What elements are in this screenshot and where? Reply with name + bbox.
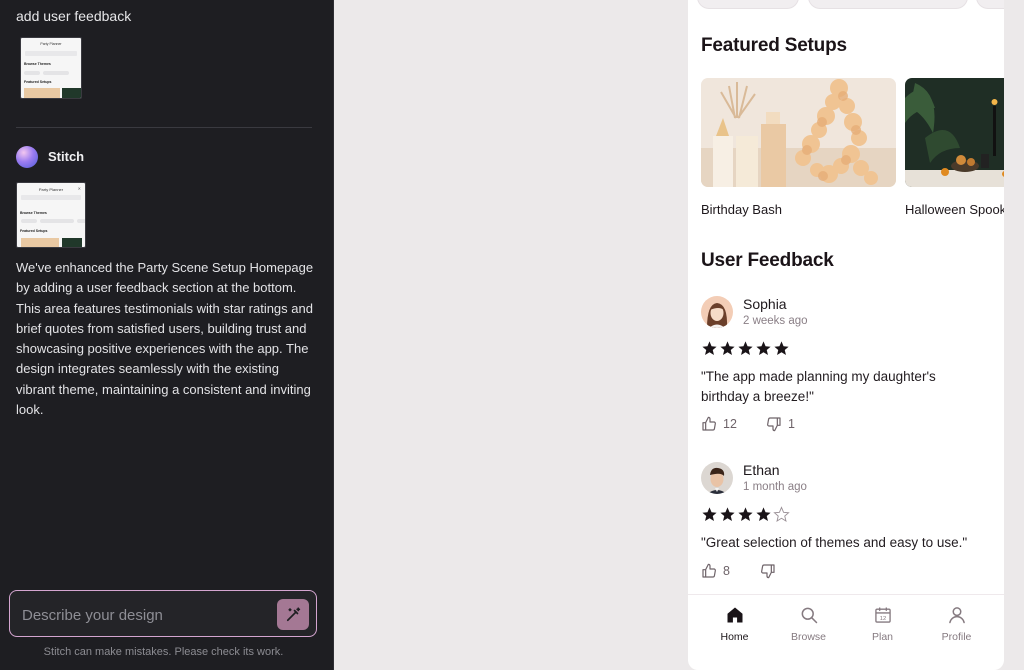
star-filled-icon (720, 341, 735, 356)
theme-chip[interactable] (808, 0, 968, 9)
thumbnail-search (25, 51, 77, 56)
tab-browse[interactable]: Browse (769, 595, 848, 655)
bottom-tab-bar: Home Browse 12 Plan Profile (688, 594, 1004, 661)
thumbs-down-icon (761, 564, 775, 579)
halloween-setup-image (905, 78, 1004, 187)
star-filled-icon (738, 341, 753, 356)
featured-card-label: Halloween Spooktacular (905, 202, 1004, 217)
feedback-title: User Feedback (701, 250, 834, 271)
review-quote: "Great selection of themes and easy to u… (701, 535, 968, 550)
star-filled-icon (702, 507, 717, 522)
thumbnail-pill (40, 219, 74, 223)
app-preview: Featured Setups Birthday Bash Halloween … (688, 0, 1004, 670)
calendar-icon: 12 (874, 607, 891, 623)
thumbs-up-icon (702, 563, 716, 578)
assistant-name: Stitch (48, 149, 85, 164)
star-filled-icon (756, 507, 771, 522)
featured-card-label: Birthday Bash (701, 202, 782, 217)
prompt-box (9, 590, 317, 637)
thumbnail-image (62, 88, 81, 98)
like-button[interactable]: 12 (701, 416, 737, 432)
assistant-reply: We've enhanced the Party Scene Setup Hom… (16, 260, 314, 418)
theme-chip[interactable] (976, 0, 1004, 9)
thumbnail-image (62, 238, 82, 247)
thumbs-up-icon (702, 416, 716, 431)
thumbnail-section: Browse Themes (24, 62, 51, 66)
design-prompt-input[interactable] (20, 603, 274, 627)
star-outline-icon (773, 506, 790, 522)
star-rating (701, 506, 790, 523)
dislike-button[interactable]: 1 (766, 416, 795, 432)
design-thumbnail-2[interactable]: Party Planner ✕ Browse Themes Featured S… (16, 182, 86, 248)
featured-card-image[interactable] (701, 78, 896, 187)
sophia-avatar-image (701, 296, 733, 328)
tab-profile[interactable]: Profile (917, 595, 996, 655)
home-icon (727, 607, 742, 623)
star-filled-icon (738, 507, 753, 522)
tab-label: Profile (941, 631, 972, 643)
ethan-avatar-image (701, 462, 733, 494)
thumbs-down-icon (767, 417, 781, 432)
close-icon: ✕ (77, 186, 81, 191)
like-count: 12 (723, 417, 737, 431)
featured-card-image[interactable] (905, 78, 1004, 187)
thumbnail-pill (43, 71, 69, 75)
thumbnail-title: Party Planner (38, 187, 64, 192)
thumbnail-section: Featured Setups (24, 80, 52, 84)
star-filled-icon (702, 341, 717, 356)
theme-chip[interactable] (697, 0, 799, 9)
tab-plan[interactable]: 12 Plan (843, 595, 922, 655)
tab-label: Home (720, 631, 749, 643)
star-rating (701, 340, 790, 357)
thumbnail-pill (21, 219, 37, 223)
featured-title: Featured Setups (701, 35, 847, 56)
magic-wand-icon (286, 606, 301, 621)
stitch-avatar (16, 146, 38, 168)
person-icon (948, 607, 965, 624)
design-thumbnail-1[interactable]: Party Planner Browse Themes Featured Set… (20, 37, 82, 99)
birthday-setup-image (701, 78, 896, 187)
star-filled-icon (756, 341, 771, 356)
review-quote: "The app made planning my daughter's bir… (701, 369, 936, 404)
thumbnail-title: Party Planner (40, 42, 62, 46)
disclaimer: Stitch can make mistakes. Please check i… (43, 646, 284, 658)
star-filled-icon (774, 341, 789, 356)
avatar (701, 296, 733, 328)
search-icon (801, 607, 817, 624)
review-time: 2 weeks ago (743, 315, 808, 327)
generate-button[interactable] (277, 599, 309, 630)
user-message: add user feedback (16, 8, 132, 24)
like-count: 8 (723, 564, 730, 578)
reviewer-name: Sophia (743, 296, 787, 312)
thumbnail-section: Featured Setups (20, 229, 48, 233)
tab-home[interactable]: Home (695, 595, 774, 655)
chat-panel: add user feedback Party Planner Browse T… (0, 0, 334, 670)
thumbnail-pill (77, 219, 85, 223)
reviewer-name: Ethan (743, 462, 780, 478)
thumbnail-pill (24, 71, 40, 75)
thumbnail-section: Browse Themes (20, 211, 47, 215)
thumbnail-image (21, 238, 59, 247)
tab-label: Browse (790, 631, 826, 643)
review-time: 1 month ago (743, 481, 807, 493)
thumbnail-search (21, 195, 81, 200)
thumbnail-image (24, 88, 60, 98)
svg-text:12: 12 (879, 616, 885, 622)
dislike-button[interactable] (760, 563, 782, 579)
like-button[interactable]: 8 (701, 563, 730, 579)
dislike-count: 1 (788, 417, 795, 431)
star-filled-icon (720, 507, 735, 522)
avatar (701, 462, 733, 494)
tab-label: Plan (871, 631, 893, 643)
divider (16, 127, 312, 128)
